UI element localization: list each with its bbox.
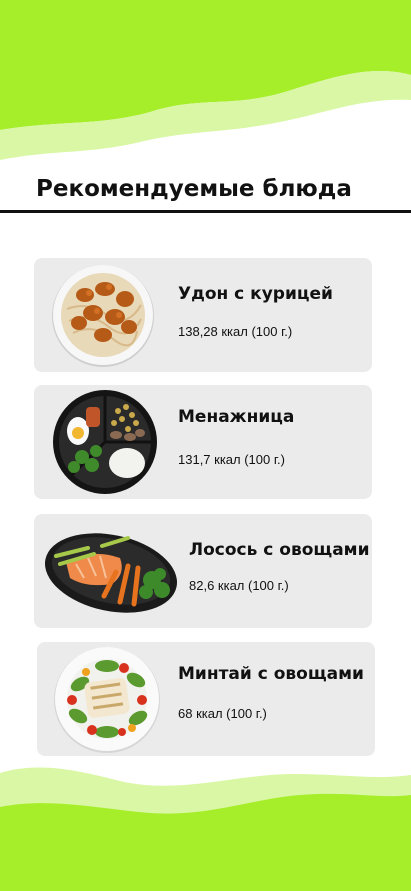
bottom-wave-decoration [0, 767, 411, 891]
dish-calories: 82,6 ккал (100 г.) [189, 578, 289, 593]
dish-name: Лосось с овощами [189, 540, 370, 560]
dish-calories: 68 ккал (100 г.) [178, 706, 267, 721]
dish-card-salmon[interactable]: Лосось с овощами 82,6 ккал (100 г.) [34, 514, 372, 628]
dish-card-menazhnitsa[interactable]: Менажница 131,7 ккал (100 г.) [34, 385, 372, 499]
page-title: Рекомендуемые блюда [36, 176, 352, 202]
pollock-salad-plate-image [54, 647, 160, 753]
dish-name: Удон с курицей [178, 284, 333, 304]
section-header: Рекомендуемые блюда [0, 168, 411, 213]
dish-card-udon[interactable]: Удон с курицей 138,28 ккал (100 г.) [34, 258, 372, 372]
dish-card-pollock[interactable]: Минтай с овощами 68 ккал (100 г.) [37, 642, 375, 756]
top-wave-decoration [0, 0, 411, 160]
divided-plate-image [53, 390, 157, 494]
title-divider [0, 210, 411, 213]
dish-calories: 138,28 ккал (100 г.) [178, 324, 293, 339]
dish-name: Менажница [178, 407, 295, 427]
dish-calories: 131,7 ккал (100 г.) [178, 452, 285, 467]
dish-name: Минтай с овощами [178, 664, 364, 684]
salmon-vegetables-plate-image [44, 533, 178, 613]
udon-chicken-bowl-image [52, 265, 154, 367]
